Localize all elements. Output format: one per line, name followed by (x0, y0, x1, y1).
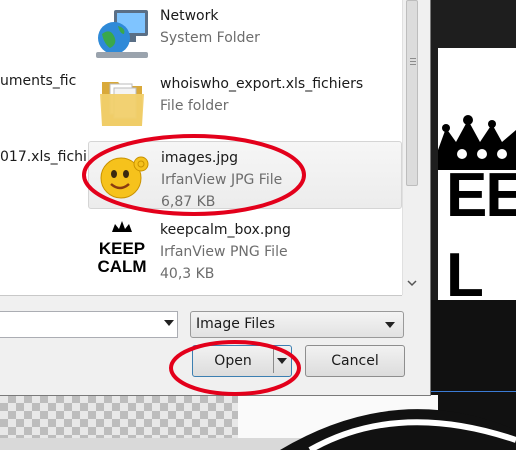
scrollbar-thumb[interactable] (406, 0, 418, 186)
file-name: keepcalm_box.png (160, 222, 291, 238)
chevron-down-icon (164, 320, 174, 326)
scrollbar-grip (410, 58, 416, 59)
keep-calm-text-line1: KEEP (99, 239, 145, 258)
file-name: whoiswho_export.xls_fichiers (160, 76, 364, 92)
file-list-scrollbar[interactable] (402, 0, 421, 295)
nav-pane-item[interactable]: 017.xls_fichi (0, 149, 87, 165)
file-name-history-dropdown[interactable] (160, 311, 178, 338)
file-entry-keepcalm-png[interactable]: KEEP CALM keepcalm_box.png IrfanView PNG… (88, 214, 400, 282)
background-text-top: EE (446, 161, 516, 230)
file-name: Network (160, 8, 219, 24)
scrollbar-grip (410, 64, 416, 65)
network-globe-icon (96, 10, 148, 58)
chevron-down-icon (385, 322, 395, 328)
file-size: 40,3 KB (160, 266, 215, 282)
split-button-divider (273, 349, 274, 373)
file-type: File folder (160, 98, 229, 114)
file-type-select-value: Image Files (196, 316, 276, 332)
file-type: IrfanView JPG File (161, 172, 283, 188)
nav-pane-item[interactable]: uments_fic (0, 73, 76, 89)
emoji-thumbnail (100, 156, 149, 199)
file-name-input[interactable] (0, 311, 178, 338)
file-size: 6,87 KB (161, 194, 216, 210)
file-entry-network[interactable]: Network System Folder (88, 0, 400, 68)
open-file-dialog: uments_fic 017.xls_fichi Network System … (0, 0, 431, 396)
file-type: IrfanView PNG File (160, 244, 288, 260)
keep-calm-thumbnail: KEEP CALM (92, 218, 152, 278)
open-button-label: Open (214, 353, 252, 369)
scrollbar-grip (410, 61, 416, 62)
folder-icon (100, 82, 144, 126)
file-list[interactable]: uments_fic 017.xls_fichi Network System … (0, 0, 402, 296)
file-name: images.jpg (161, 150, 239, 166)
background-text-bottom: L (446, 241, 484, 310)
scroll-down-arrow-icon[interactable] (407, 278, 417, 288)
keep-calm-text-line2: CALM (97, 257, 146, 276)
file-type: System Folder (160, 30, 260, 46)
background-arc-graphic (280, 409, 516, 450)
file-entry-images-jpg[interactable]: images.jpg IrfanView JPG File 6,87 KB (88, 141, 402, 210)
open-options-chevron-down-icon[interactable] (277, 358, 287, 364)
file-type-select[interactable]: Image Files (190, 311, 404, 338)
open-button[interactable]: Open (192, 345, 292, 377)
file-entry-folder[interactable]: whoiswho_export.xls_fichiers File folder (88, 68, 400, 136)
cancel-button[interactable]: Cancel (305, 345, 405, 377)
